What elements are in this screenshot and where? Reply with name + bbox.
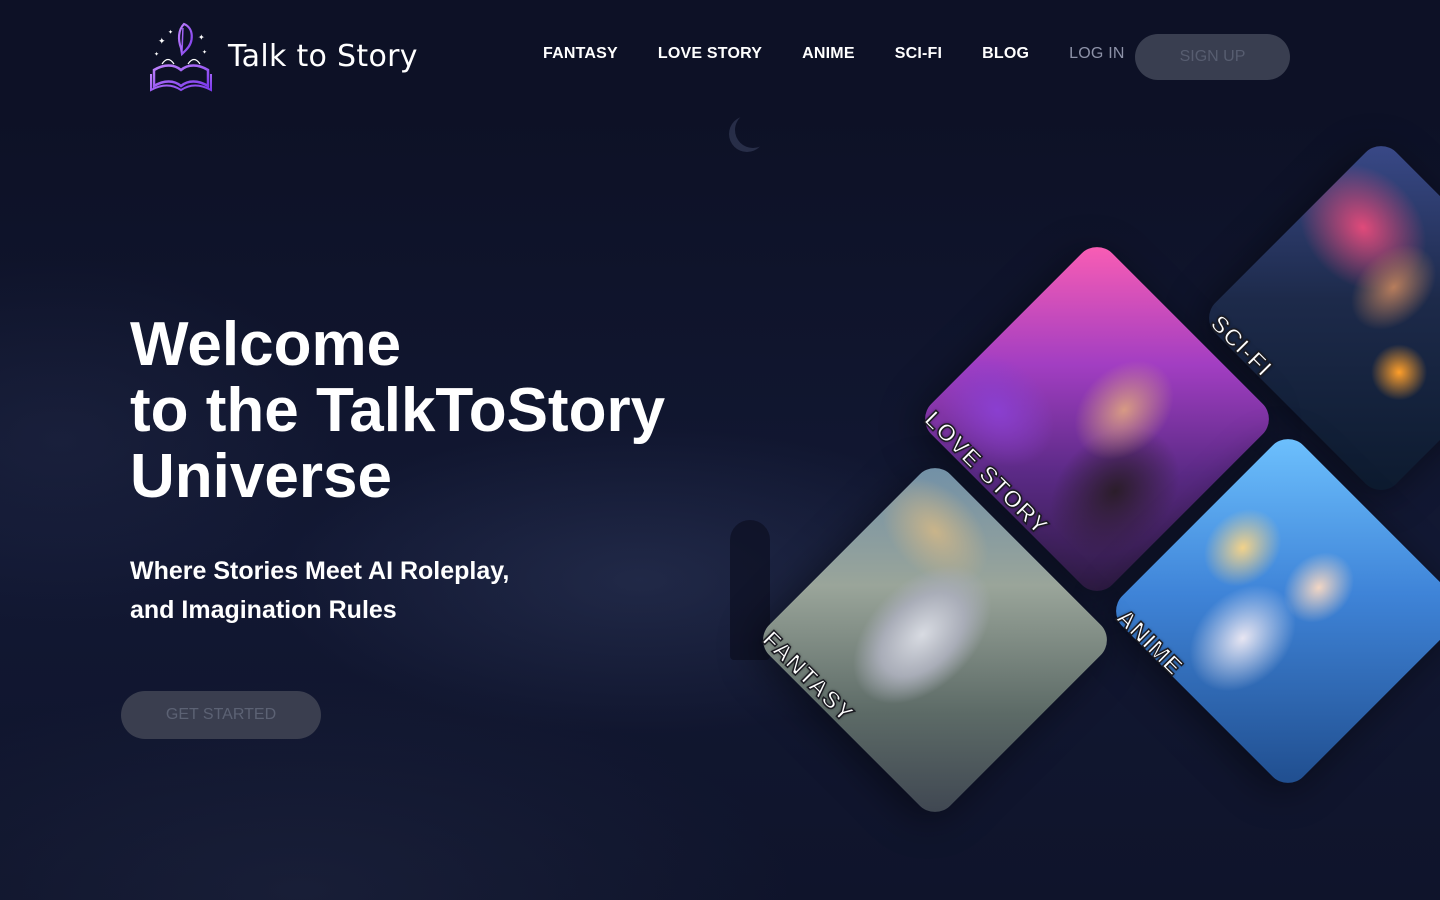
svg-text:✦: ✦	[198, 33, 205, 42]
site-header: ✦ ✦ ✦ ✦ ✦ Talk to Story FANTASY LOVE STO…	[0, 0, 1440, 110]
main-nav: FANTASY LOVE STORY ANIME SCI-FI BLOG LOG…	[543, 45, 1145, 63]
nav-blog[interactable]: BLOG	[982, 45, 1029, 63]
hero-title: Welcome to the TalkToStory Universe	[130, 312, 750, 510]
get-started-button[interactable]: GET STARTED	[121, 691, 321, 739]
brand-name: Talk to Story	[228, 38, 418, 74]
hero-title-line: Welcome	[130, 310, 402, 379]
hero-title-line: Universe	[130, 442, 392, 511]
svg-text:✦: ✦	[158, 37, 166, 47]
hero-title-line: to the TalkToStory	[130, 376, 666, 445]
signup-button[interactable]: SIGN UP	[1135, 34, 1290, 80]
hero-subtitle: Where Stories Meet AI Roleplay, and Imag…	[130, 552, 650, 630]
nav-anime[interactable]: ANIME	[802, 45, 855, 63]
hero-subtitle-line: and Imagination Rules	[130, 596, 397, 624]
nav-love-story[interactable]: LOVE STORY	[658, 45, 762, 63]
brand-logo[interactable]: ✦ ✦ ✦ ✦ ✦ Talk to Story	[148, 20, 418, 92]
svg-text:✦: ✦	[154, 51, 159, 58]
svg-text:✦: ✦	[168, 29, 173, 36]
book-quill-logo-icon: ✦ ✦ ✦ ✦ ✦	[150, 22, 212, 92]
hero-subtitle-line: Where Stories Meet AI Roleplay,	[130, 557, 510, 585]
nav-fantasy[interactable]: FANTASY	[543, 45, 618, 63]
nav-sci-fi[interactable]: SCI-FI	[895, 45, 942, 63]
login-link[interactable]: LOG IN	[1069, 45, 1124, 63]
svg-text:✦: ✦	[202, 49, 207, 56]
moon-decoration	[735, 112, 771, 148]
